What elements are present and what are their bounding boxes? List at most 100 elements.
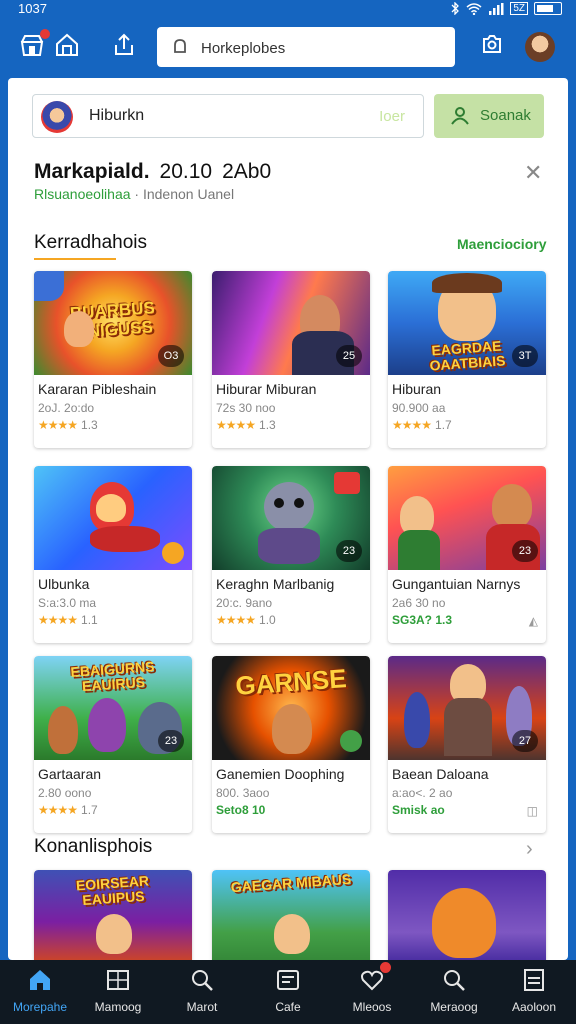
info-num1: 20.10 xyxy=(159,160,213,183)
top-bar xyxy=(0,18,576,78)
close-icon[interactable]: ✕ xyxy=(524,160,542,186)
battery-icon xyxy=(534,2,562,15)
game-meta: 2oJ. 2o:do xyxy=(38,401,95,415)
stars-icon: ★★★★ xyxy=(38,803,78,817)
game-card[interactable]: GAEGAR MIBAUS xyxy=(212,870,370,960)
nav-gallery[interactable]: Mamoog xyxy=(82,960,154,1024)
search-icon xyxy=(444,970,465,991)
game-card[interactable]: GARNSE Ganemien Doophing 800. 3aoo Seto8… xyxy=(212,656,370,833)
info-num2: 2Ab0 xyxy=(222,160,272,183)
see-more-link[interactable]: Maenciociory xyxy=(457,236,546,252)
nav-label: Mamoog xyxy=(94,1000,142,1014)
nav-label: Aaoloon xyxy=(511,1000,557,1014)
info-subtitle-green: Rlsuanoeolihaa xyxy=(34,186,131,202)
bookmark-icon[interactable]: ◭ xyxy=(529,614,538,628)
nav-chat[interactable]: Cafe xyxy=(252,960,324,1024)
search-input[interactable] xyxy=(199,36,443,60)
rating-badge: 23 xyxy=(158,730,184,752)
rating-badge: 23 xyxy=(336,540,362,562)
status-bar: 1037 5Z xyxy=(0,0,576,18)
game-title: Kararan Pibleshain xyxy=(38,381,157,397)
game-rating: ★★★★ 1.7 xyxy=(38,803,98,817)
game-title: Hiburar Miburan xyxy=(216,381,317,397)
home-outline-icon[interactable] xyxy=(53,32,81,60)
nav-favorites[interactable]: Mleoos xyxy=(336,960,408,1024)
game-title: Hiburan xyxy=(392,381,442,397)
nav-label: Mleoos xyxy=(352,1000,392,1014)
main-panel: Hiburkn Ioer Soanak Markapiald. 20.10 2Ab0… xyxy=(8,78,568,960)
rating-badge: 25 xyxy=(336,345,362,367)
info-subtitle-rest: · Indenon Uanel xyxy=(134,186,235,202)
rating-badge: 3T xyxy=(512,345,538,367)
search-icon xyxy=(192,970,213,991)
user-name: Hiburkn xyxy=(89,107,145,124)
game-rating: SG3A? 1.3 xyxy=(392,613,453,627)
game-thumbnail xyxy=(388,870,546,960)
notification-badge xyxy=(380,962,391,973)
game-rating: Seto8 10 xyxy=(216,803,266,817)
profile-avatar[interactable] xyxy=(525,32,555,62)
game-card[interactable]: 25 Hiburar Miburan 72s 30 noo ★★★★ 1.3 xyxy=(212,271,370,448)
store-icon[interactable] xyxy=(18,29,50,60)
rating-badge: 23 xyxy=(512,540,538,562)
game-title: Gartaaran xyxy=(38,766,102,782)
battery-percent: 5Z xyxy=(510,2,528,15)
search-bar[interactable] xyxy=(157,27,455,67)
game-card[interactable]: 23 Keraghn Marlbanig 20:c. 9ano ★★★★ 1.0 xyxy=(212,466,370,643)
game-logo: GAEGAR MIBAUS xyxy=(230,870,352,896)
game-meta: S:a:3.0 ma xyxy=(38,596,97,610)
search-button[interactable]: Soanak xyxy=(434,94,544,138)
stars-icon: ★★★★ xyxy=(38,613,78,627)
game-title: Baean Daloana xyxy=(392,766,489,782)
game-thumbnail: EBAIGURNS EAUIRUS 23 xyxy=(34,656,192,760)
camera-icon[interactable] xyxy=(478,32,506,60)
game-thumbnail: GAEGAR MIBAUS xyxy=(212,870,370,960)
share-icon[interactable] xyxy=(110,32,138,60)
game-card[interactable]: EOIRSEAR EAUIPUS xyxy=(34,870,192,960)
nav-home[interactable]: Morepahe xyxy=(4,960,76,1024)
nav-search[interactable]: Marot xyxy=(166,960,238,1024)
info-subtitle: Rlsuanoeolihaa · Indenon Uanel xyxy=(34,186,234,202)
game-card[interactable]: Ulbunka S:a:3.0 ma ★★★★ 1.1 xyxy=(34,466,192,643)
game-title: Ulbunka xyxy=(38,576,90,592)
search-button-label: Soanak xyxy=(480,107,531,124)
chevron-right-icon[interactable]: › xyxy=(526,838,533,861)
game-meta: 72s 30 noo xyxy=(216,401,276,415)
bluetooth-icon xyxy=(451,2,460,15)
game-meta: 2.80 oono xyxy=(38,786,92,800)
home-icon xyxy=(30,970,50,990)
nav-label: Cafe xyxy=(275,1000,301,1014)
nav-more[interactable]: Aaoloon xyxy=(498,960,570,1024)
game-card[interactable]: BUARBUS GNIGUSS O3 Kararan Pibleshain 2o… xyxy=(34,271,192,448)
stars-icon: ★★★★ xyxy=(392,418,432,432)
game-meta: 20:c. 9ano xyxy=(216,596,273,610)
user-search-field[interactable]: Hiburkn Ioer xyxy=(32,94,424,138)
status-icons: 5Z xyxy=(450,2,562,15)
game-title: Ganemien Doophing xyxy=(216,766,345,782)
game-rating: ★★★★ 1.1 xyxy=(38,613,98,627)
chat-icon xyxy=(277,970,299,990)
signal-icon xyxy=(489,2,504,15)
game-card[interactable]: 23 Gungantuian Narnys 2a6 30 no SG3A? 1.… xyxy=(388,466,546,643)
stars-icon: ★★★★ xyxy=(216,418,256,432)
game-card[interactable]: 27 Baean Daloana a:ao<. 2 ao Smisk ao ◫ xyxy=(388,656,546,833)
game-card[interactable]: EBAIGURNS EAUIRUS 23 Gartaaran 2.80 oono… xyxy=(34,656,192,833)
game-thumbnail: 25 xyxy=(212,271,370,375)
game-card[interactable]: EAGRDAE OAATBIAIS 3T Hiburan 90.900 aa ★… xyxy=(388,271,546,448)
status-time: 1037 xyxy=(18,1,47,16)
game-card[interactable] xyxy=(388,870,546,960)
game-rating: Smisk ao xyxy=(392,803,445,817)
game-rating: ★★★★ 1.3 xyxy=(38,418,98,432)
info-title-text: Markapiald. xyxy=(34,160,150,183)
bookmark-icon[interactable]: ◫ xyxy=(527,804,538,818)
rating-badge: O3 xyxy=(158,345,184,367)
section-title-featured: Kerradhahois xyxy=(34,232,148,260)
game-meta: 800. 3aoo xyxy=(216,786,270,800)
user-icon xyxy=(451,107,469,125)
heart-icon xyxy=(361,970,383,991)
game-meta: 2a6 30 no xyxy=(392,596,446,610)
game-meta: 90.900 aa xyxy=(392,401,446,415)
nav-discover[interactable]: Meraoog xyxy=(418,960,490,1024)
game-thumbnail: EOIRSEAR EAUIPUS xyxy=(34,870,192,960)
game-meta: a:ao<. 2 ao xyxy=(392,786,453,800)
